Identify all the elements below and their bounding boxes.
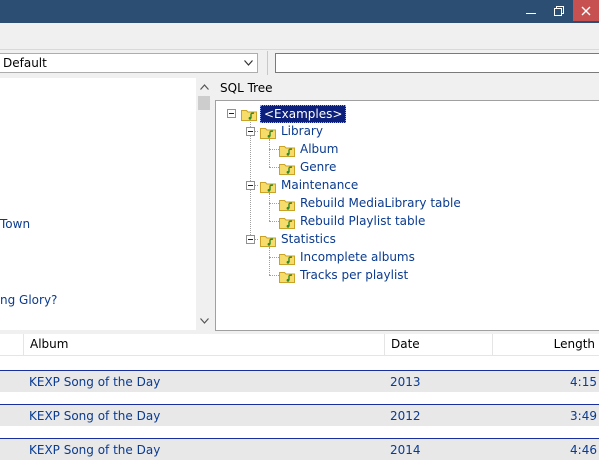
collapse-icon[interactable]: [227, 109, 236, 118]
cell-album: KEXP Song of the Day: [29, 409, 161, 423]
folder-music-icon: [279, 146, 295, 157]
minimize-button[interactable]: [517, 0, 545, 21]
column-header-length[interactable]: Length: [493, 334, 599, 355]
tree-node-album[interactable]: Album: [300, 141, 338, 157]
folder-music-icon: [260, 128, 276, 139]
tree-connector: [269, 247, 270, 275]
cell-length: 4:15: [570, 375, 597, 389]
toolbar: [0, 23, 599, 49]
tree-node-maintenance[interactable]: Maintenance: [281, 177, 358, 193]
tree-node-genre[interactable]: Genre: [300, 159, 336, 175]
cell-date: 2014: [390, 443, 421, 457]
tree-node-rebuild-playlist[interactable]: Rebuild Playlist table: [300, 213, 425, 229]
folder-music-icon: [279, 218, 295, 229]
tree-node-rebuild-medialibrary[interactable]: Rebuild MediaLibrary table: [300, 195, 461, 211]
tree-connector: [269, 193, 270, 221]
folder-music-icon: [260, 182, 276, 193]
preset-selected-value: Default: [3, 56, 47, 70]
folder-music-icon: [279, 200, 295, 211]
table-row[interactable]: KEXP Song of the Day 2013 4:15: [0, 370, 599, 392]
folder-music-icon: [279, 254, 295, 265]
cell-length: 3:49: [570, 409, 597, 423]
grid-header: Album Date Length: [0, 334, 599, 356]
cell-album: KEXP Song of the Day: [29, 443, 161, 457]
title-bar: [0, 0, 599, 23]
column-header-album[interactable]: Album: [24, 334, 385, 355]
tree-node-statistics[interactable]: Statistics: [281, 231, 336, 247]
list-item[interactable]: Town: [0, 217, 30, 231]
scroll-up-icon[interactable]: [196, 80, 213, 94]
tree-node-incomplete-albums[interactable]: Incomplete albums: [300, 249, 415, 265]
tree-node-tracks-per-playlist[interactable]: Tracks per playlist: [300, 267, 408, 283]
filter-input[interactable]: [275, 53, 599, 73]
sql-tree[interactable]: <Examples> Library Album Genre Maintenan…: [215, 100, 599, 331]
scroll-down-icon[interactable]: [196, 314, 213, 328]
list-item[interactable]: ng Glory?: [0, 293, 57, 307]
track-grid[interactable]: Album Date Length KEXP Song of the Day 2…: [0, 334, 599, 462]
close-button[interactable]: [573, 0, 599, 21]
table-row[interactable]: KEXP Song of the Day 2012 3:49: [0, 404, 599, 426]
collapse-icon[interactable]: [246, 235, 255, 244]
restore-button[interactable]: [545, 0, 573, 21]
tree-connector: [269, 139, 270, 167]
cell-date: 2012: [390, 409, 421, 423]
tree-node-library[interactable]: Library: [281, 123, 323, 139]
left-list-panel[interactable]: Town ng Glory?: [0, 78, 196, 330]
cell-date: 2013: [390, 375, 421, 389]
folder-music-icon: [241, 110, 257, 121]
collapse-icon[interactable]: [246, 127, 255, 136]
preset-dropdown[interactable]: Default: [0, 53, 258, 73]
toolbar-separator: [267, 51, 268, 75]
table-row[interactable]: KEXP Song of the Day 2014 4:46: [0, 438, 599, 460]
folder-music-icon: [260, 236, 276, 247]
collapse-icon[interactable]: [246, 181, 255, 190]
left-scrollbar[interactable]: [196, 78, 213, 330]
sql-tree-header: SQL Tree: [220, 81, 273, 95]
column-header-date[interactable]: Date: [385, 334, 493, 355]
cell-album: KEXP Song of the Day: [29, 375, 161, 389]
tree-node-examples[interactable]: <Examples>: [260, 105, 347, 123]
restore-icon: [554, 5, 564, 16]
cell-length: 4:46: [570, 443, 597, 457]
folder-music-icon: [279, 164, 295, 175]
close-icon: [581, 6, 591, 15]
chevron-down-icon: [239, 54, 257, 72]
column-header-blank[interactable]: [0, 334, 24, 355]
scrollbar-thumb[interactable]: [198, 96, 210, 110]
minimize-icon: [526, 12, 536, 14]
folder-music-icon: [279, 272, 295, 283]
